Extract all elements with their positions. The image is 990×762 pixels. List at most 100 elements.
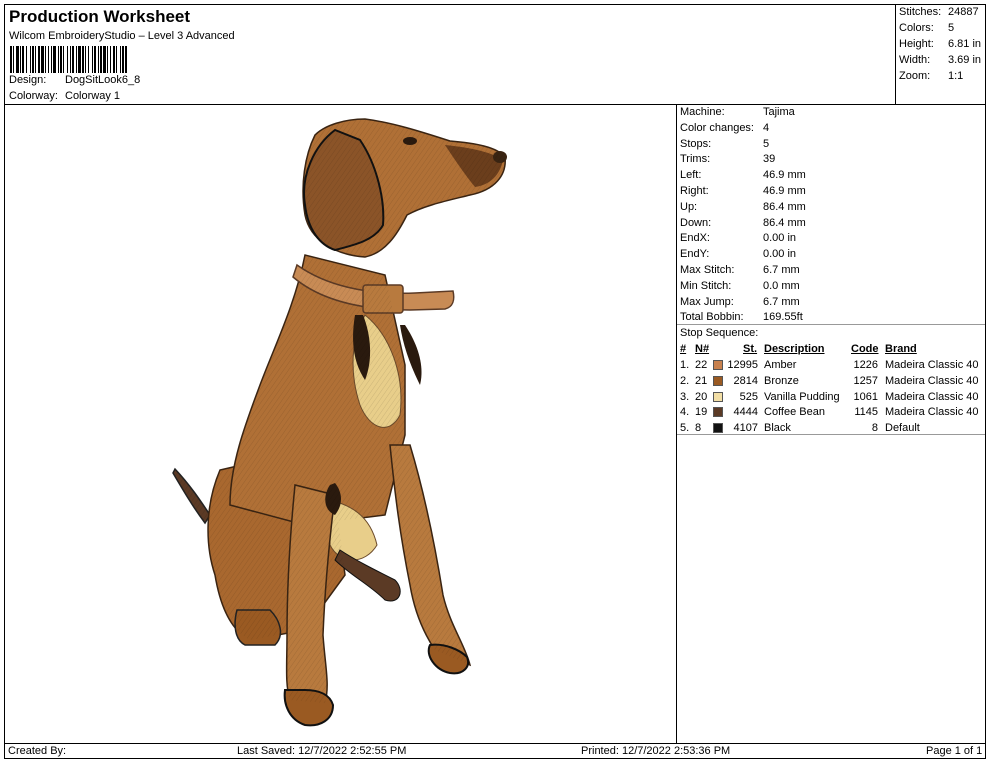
seq-description: Amber [764, 359, 797, 371]
seq-brand: Default [885, 422, 920, 435]
machine-info-label: Stops: [680, 137, 712, 150]
seq-stitches: 12995 [727, 359, 758, 371]
design-row: Design: DogSitLook6_8 [9, 74, 140, 86]
machine-info-value: 46.9 mm [763, 169, 806, 182]
seq-index: 5. [680, 422, 690, 435]
machine-info-value: 86.4 mm [763, 200, 806, 213]
seq-index: 2. [680, 374, 690, 387]
machine-info-label: Right: [680, 185, 709, 197]
seq-brand: Madeira Classic 40 [885, 359, 979, 371]
machine-info-label: Up: [680, 200, 698, 213]
machine-info-row: Trims: 39 [680, 153, 775, 165]
seq-code: 1257 [853, 374, 878, 387]
machine-info-row: Up: 86.4 mm [680, 201, 806, 213]
width-label: Width: [899, 54, 931, 66]
machine-info-panel: Stop Sequence: # N# St. Description Code… [676, 104, 986, 744]
seq-needle: 8 [695, 422, 702, 435]
seq-index: 3. [680, 390, 690, 403]
machine-info-label: Min Stitch: [680, 279, 732, 292]
machine-info-row: Right: 46.9 mm [680, 185, 806, 197]
seq-needle: 21 [695, 374, 708, 387]
software-name: Wilcom EmbroideryStudio – Level 3 Advanc… [9, 30, 235, 42]
printed-date: Printed: 12/7/2022 2:53:36 PM [581, 745, 731, 757]
seq-needle: 22 [695, 359, 708, 371]
worksheet-footer: Created By: Last Saved: 12/7/2022 2:52:5… [4, 743, 986, 759]
zoom-row: Zoom: 1:1 [899, 70, 963, 82]
height-label: Height: [899, 38, 934, 50]
color-swatch [713, 375, 723, 386]
machine-info-label: Total Bobbin: [680, 311, 744, 324]
machine-info-label: Trims: [680, 153, 711, 166]
colors-label: Colors: [899, 22, 934, 34]
seq-stitches: 4444 [733, 406, 758, 419]
col-header-code: Code [851, 343, 879, 355]
machine-info-row: EndY: 0.00 in [680, 248, 796, 260]
seq-description: Coffee Bean [764, 406, 825, 419]
colors-row: Colors: 5 [899, 22, 954, 34]
machine-info-row: Down: 86.4 mm [680, 217, 806, 229]
seq-code: 1226 [853, 359, 878, 371]
seq-index: 1. [680, 359, 690, 371]
machine-info-row: Min Stitch: 0.0 mm [680, 280, 800, 292]
color-swatch [713, 423, 723, 434]
seq-description: Black [764, 422, 791, 435]
col-header-index: # [680, 343, 687, 355]
machine-info-value: 46.9 mm [763, 185, 806, 197]
last-saved: Last Saved: 12/7/2022 2:52:55 PM [237, 745, 407, 757]
machine-info-value: 0.00 in [763, 248, 797, 261]
color-swatch [713, 407, 723, 418]
machine-info-row: Max Jump: 6.7 mm [680, 296, 800, 308]
seq-needle: 20 [695, 390, 708, 403]
machine-info-label: EndX: [680, 232, 710, 245]
zoom-label: Zoom: [899, 70, 931, 82]
machine-info-value: 169.55ft [763, 311, 803, 324]
seq-code: 1145 [854, 406, 878, 419]
design-value: DogSitLook6_8 [65, 74, 141, 86]
seq-description: Vanilla Pudding [764, 390, 840, 403]
seq-stitches: 525 [739, 390, 758, 403]
colors-value: 5 [948, 22, 955, 34]
machine-info-row: Total Bobbin: 169.55ft [680, 311, 803, 323]
stitches-label: Stitches: [899, 6, 942, 18]
colorway-value: Colorway 1 [65, 90, 121, 102]
machine-info-row: EndX: 0.00 in [680, 232, 796, 244]
design-preview[interactable] [4, 104, 677, 744]
machine-info-value: 0.0 mm [763, 279, 800, 292]
height-row: Height: 6.81 in [899, 38, 981, 50]
col-header-brand: Brand [885, 343, 917, 355]
machine-info-value: 0.00 in [763, 232, 797, 245]
machine-info-row: Machine: Tajima [680, 106, 795, 118]
barcode-icon [10, 46, 127, 73]
design-stats: Stitches: 24887 Colors: 5 Height: 6.81 in W… [895, 4, 986, 105]
worksheet-header: Production Worksheet Wilcom EmbroiderySt… [4, 4, 896, 105]
machine-info-label: Max Stitch: [680, 264, 735, 276]
machine-info-label: EndY: [680, 248, 710, 261]
page-title: Production Worksheet [9, 7, 191, 26]
machine-info-value: 4 [763, 121, 770, 134]
color-swatch [713, 360, 723, 370]
machine-info-value: 6.7 mm [763, 264, 800, 276]
seq-needle: 19 [695, 406, 708, 419]
machine-info-label: Machine: [680, 106, 725, 118]
machine-info-value: 39 [763, 153, 776, 166]
seq-code: 1061 [853, 390, 878, 403]
machine-info-label: Left: [680, 169, 702, 182]
col-header-st: St. [743, 343, 758, 355]
machine-info-row: Max Stitch: 6.7 mm [680, 264, 800, 276]
width-value: 3.69 in [948, 54, 982, 66]
colorway-label: Colorway: [9, 90, 58, 102]
stop-sequence-label: Stop Sequence: [680, 327, 759, 339]
page-number: Page 1 of 1 [926, 745, 983, 757]
machine-info-value: 6.7 mm [763, 295, 800, 308]
machine-info-label: Max Jump: [680, 295, 734, 308]
seq-stitches: 2814 [733, 374, 758, 387]
machine-info-row: Stops: 5 [680, 138, 769, 150]
seq-brand: Madeira Classic 40 [885, 390, 979, 403]
seq-index: 4. [680, 406, 690, 419]
machine-info-row: Color changes: 4 [680, 122, 769, 134]
color-swatch [713, 391, 723, 402]
stitches-row: Stitches: 24887 [899, 6, 979, 18]
height-value: 6.81 in [948, 38, 982, 50]
machine-info-value: Tajima [763, 106, 795, 118]
zoom-value: 1:1 [948, 70, 964, 82]
